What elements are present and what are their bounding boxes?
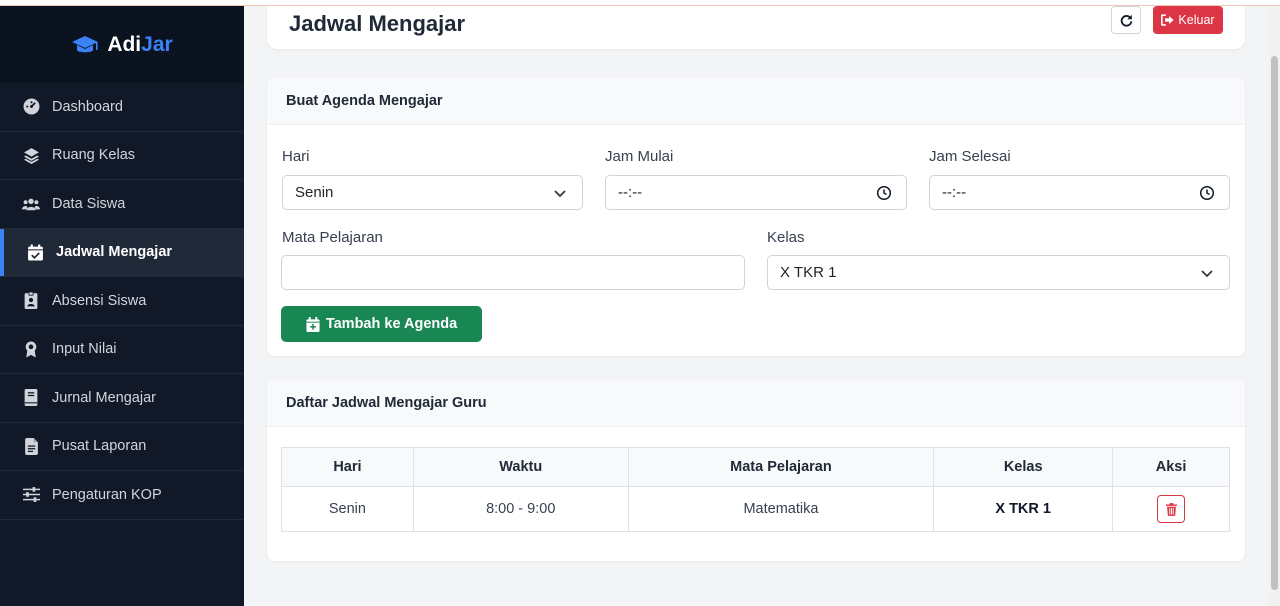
sidebar-item-pengaturan-kop[interactable]: Pengaturan KOP xyxy=(0,471,244,520)
brand-logo[interactable]: AdiJar xyxy=(0,6,244,83)
clock-icon xyxy=(876,185,892,201)
layers-icon xyxy=(22,146,40,164)
sidebar: AdiJar Dashboard Ruang Kelas Data Siswa … xyxy=(0,6,244,606)
schedule-table: Hari Waktu Mata Pelajaran Kelas Aksi Sen… xyxy=(281,447,1230,532)
calendar-check-icon xyxy=(26,243,44,261)
sidebar-item-label: Ruang Kelas xyxy=(52,147,136,164)
clock-icon xyxy=(1199,185,1215,201)
sidebar-item-label: Jadwal Mengajar xyxy=(56,244,173,261)
brand-name-part1: Adi xyxy=(107,32,142,56)
cell-hari: Senin xyxy=(281,486,414,532)
sidebar-item-label: Jurnal Mengajar xyxy=(52,389,156,406)
logout-button[interactable]: Keluar xyxy=(1153,6,1223,34)
graduation-cap-icon xyxy=(72,35,99,52)
users-icon xyxy=(22,195,40,213)
sidebar-item-jurnal-mengajar[interactable]: Jurnal Mengajar xyxy=(0,374,244,423)
id-badge-icon xyxy=(22,292,40,310)
trash-icon xyxy=(1165,502,1177,516)
sidebar-item-label: Dashboard xyxy=(52,98,123,115)
jam-selesai-label: Jam Selesai xyxy=(929,148,1011,165)
add-to-agenda-label: Tambah ke Agenda xyxy=(325,316,458,332)
add-to-agenda-button[interactable]: Tambah ke Agenda xyxy=(281,306,482,342)
schedule-list-title: Daftar Jadwal Mengajar Guru xyxy=(267,379,1245,427)
column-header-waktu: Waktu xyxy=(412,447,629,487)
sidebar-item-dashboard[interactable]: Dashboard xyxy=(0,83,244,132)
hari-select[interactable]: Senin xyxy=(282,175,583,210)
column-header-kelas: Kelas xyxy=(933,447,1114,487)
jam-mulai-label: Jam Mulai xyxy=(605,148,674,165)
sidebar-item-label: Pengaturan KOP xyxy=(52,486,162,503)
mata-pelajaran-label: Mata Pelajaran xyxy=(282,229,383,246)
jam-mulai-value: --:-- xyxy=(618,184,643,201)
sidebar-item-label: Pusat Laporan xyxy=(52,438,147,455)
scrollbar-thumb[interactable] xyxy=(1271,56,1278,590)
main-content: Jadwal Mengajar Keluar Buat Agenda Menga… xyxy=(244,6,1269,606)
sidebar-item-jadwal-mengajar[interactable]: Jadwal Mengajar xyxy=(0,228,244,277)
chevron-down-icon xyxy=(1201,270,1213,278)
jam-mulai-input[interactable]: --:-- xyxy=(605,175,907,210)
agenda-form-card: Buat Agenda Mengajar Hari Senin Jam Mula… xyxy=(267,77,1245,356)
logout-label: Keluar xyxy=(1178,13,1215,27)
refresh-icon xyxy=(1120,14,1132,27)
cell-waktu: 8:00 - 9:00 xyxy=(412,486,629,532)
column-header-hari: Hari xyxy=(281,447,414,487)
sidebar-item-label: Absensi Siswa xyxy=(52,292,147,309)
kelas-label: Kelas xyxy=(767,229,805,246)
page-header: Jadwal Mengajar Keluar xyxy=(267,6,1245,49)
table-row: Senin 8:00 - 9:00 Matematika X TKR 1 xyxy=(281,486,1230,532)
award-icon xyxy=(22,340,40,358)
sidebar-item-label: Data Siswa xyxy=(52,195,126,212)
hari-label: Hari xyxy=(282,148,310,165)
calendar-plus-icon xyxy=(306,316,320,332)
sliders-icon xyxy=(22,486,40,504)
page-scrollbar[interactable] xyxy=(1269,6,1280,606)
chevron-down-icon xyxy=(554,190,566,198)
cell-mata-pelajaran: Matematika xyxy=(627,486,935,532)
sidebar-item-data-siswa[interactable]: Data Siswa xyxy=(0,180,244,229)
sidebar-item-input-nilai[interactable]: Input Nilai xyxy=(0,326,244,374)
refresh-button[interactable] xyxy=(1111,6,1141,34)
schedule-list-card: Daftar Jadwal Mengajar Guru Hari Waktu M… xyxy=(267,379,1245,561)
page-title: Jadwal Mengajar xyxy=(289,11,466,36)
file-icon xyxy=(22,437,40,455)
dashboard-icon xyxy=(22,98,40,116)
jam-selesai-input[interactable]: --:-- xyxy=(929,175,1230,210)
column-header-aksi: Aksi xyxy=(1112,447,1230,487)
column-header-mata-pelajaran: Mata Pelajaran xyxy=(627,447,935,487)
jam-selesai-value: --:-- xyxy=(942,184,967,201)
kelas-select[interactable]: X TKR 1 xyxy=(767,255,1230,290)
book-icon xyxy=(22,389,40,407)
delete-button[interactable] xyxy=(1157,495,1186,523)
brand-name-part2: Jar xyxy=(141,32,173,56)
mata-pelajaran-input[interactable] xyxy=(281,255,745,290)
cell-aksi xyxy=(1112,486,1230,532)
agenda-form-title: Buat Agenda Mengajar xyxy=(267,77,1245,125)
sidebar-item-label: Input Nilai xyxy=(52,341,117,358)
table-header-row: Hari Waktu Mata Pelajaran Kelas Aksi xyxy=(281,447,1230,487)
kelas-value: X TKR 1 xyxy=(780,264,837,281)
sidebar-item-absensi-siswa[interactable]: Absensi Siswa xyxy=(0,277,244,326)
sidebar-item-pusat-laporan[interactable]: Pusat Laporan xyxy=(0,423,244,471)
sign-out-icon xyxy=(1161,14,1175,26)
hari-value: Senin xyxy=(295,184,334,201)
sidebar-item-ruang-kelas[interactable]: Ruang Kelas xyxy=(0,132,244,180)
cell-kelas: X TKR 1 xyxy=(933,486,1114,532)
